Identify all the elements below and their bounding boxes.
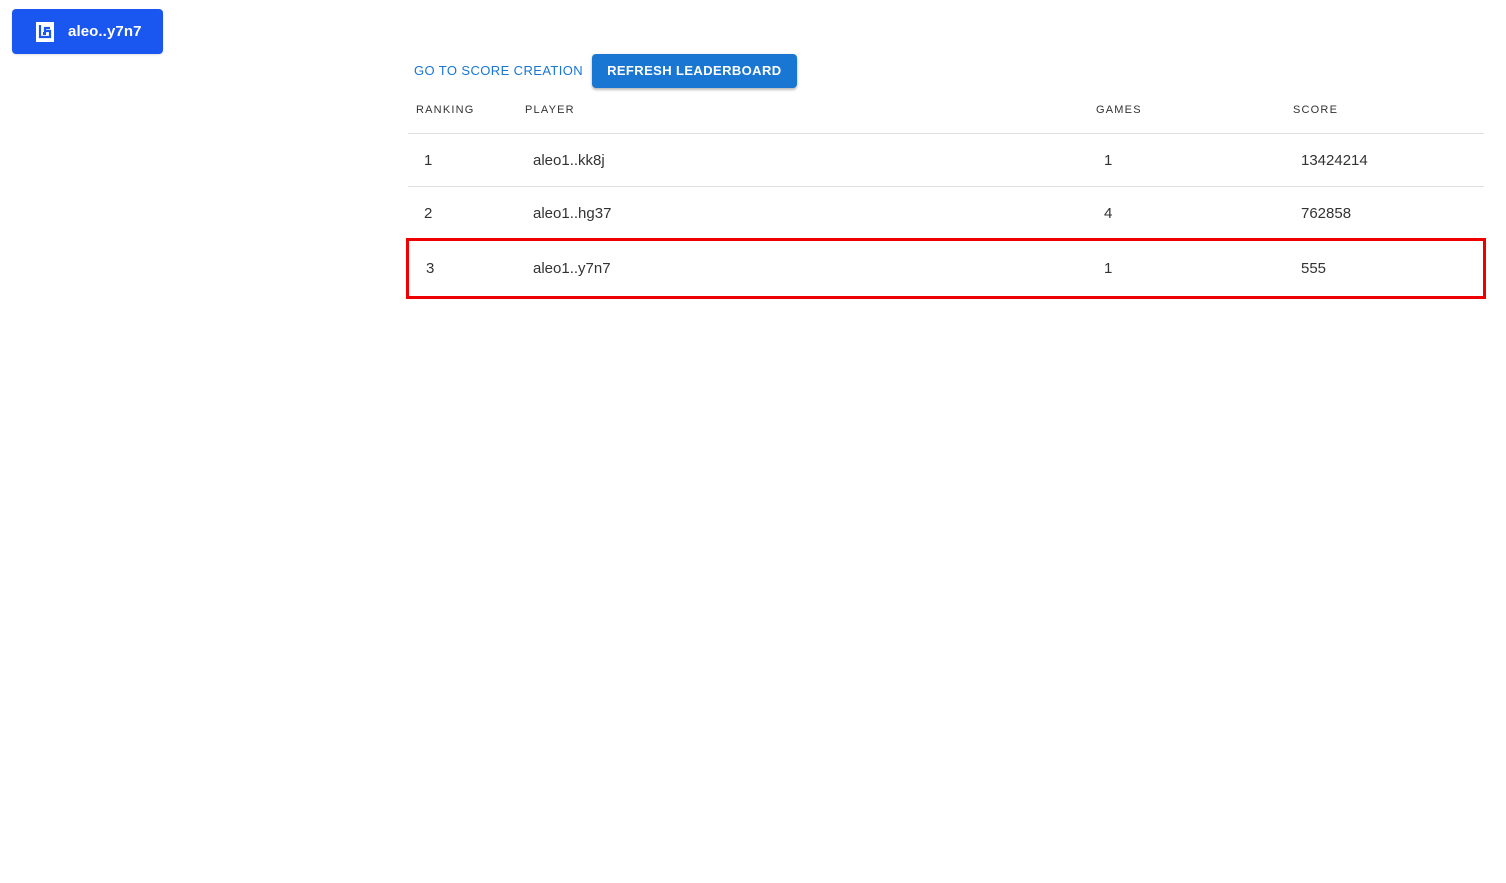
table-row: 2 aleo1..hg37 4 762858 <box>408 187 1484 240</box>
games-cell: 4 <box>1104 204 1113 222</box>
player-cell: aleo1..hg37 <box>533 204 612 222</box>
table-header-row: RANKING PLAYER GAMES SCORE <box>408 86 1484 134</box>
table-row-highlighted: 3 aleo1..y7n7 1 555 <box>406 238 1486 299</box>
refresh-leaderboard-button[interactable]: REFRESH LEADERBOARD <box>592 54 797 88</box>
score-cell: 762858 <box>1301 204 1352 222</box>
column-header-ranking: RANKING <box>416 103 475 116</box>
ranking-cell: 3 <box>426 260 435 277</box>
player-cell: aleo1..y7n7 <box>533 260 611 277</box>
wallet-button[interactable]: aleo..y7n7 <box>12 9 163 54</box>
games-cell: 1 <box>1104 260 1113 277</box>
wallet-address-label: aleo..y7n7 <box>68 23 142 40</box>
ranking-cell: 1 <box>424 151 433 169</box>
score-cell: 13424214 <box>1301 151 1368 169</box>
leaderboard-toolbar: GO TO SCORE CREATION REFRESH LEADERBOARD <box>406 54 797 88</box>
leaderboard-table: RANKING PLAYER GAMES SCORE 1 aleo1..kk8j… <box>406 86 1486 299</box>
leo-wallet-icon <box>36 21 54 42</box>
table-row: 1 aleo1..kk8j 1 13424214 <box>408 134 1484 187</box>
games-cell: 1 <box>1104 151 1113 169</box>
leaderboard-page: aleo..y7n7 GO TO SCORE CREATION REFRESH … <box>0 0 1506 883</box>
ranking-cell: 2 <box>424 204 433 222</box>
go-to-score-creation-button[interactable]: GO TO SCORE CREATION <box>406 54 591 88</box>
column-header-score: SCORE <box>1293 103 1339 116</box>
score-cell: 555 <box>1301 260 1327 277</box>
column-header-player: PLAYER <box>525 103 575 116</box>
column-header-games: GAMES <box>1096 103 1142 116</box>
player-cell: aleo1..kk8j <box>533 151 605 169</box>
